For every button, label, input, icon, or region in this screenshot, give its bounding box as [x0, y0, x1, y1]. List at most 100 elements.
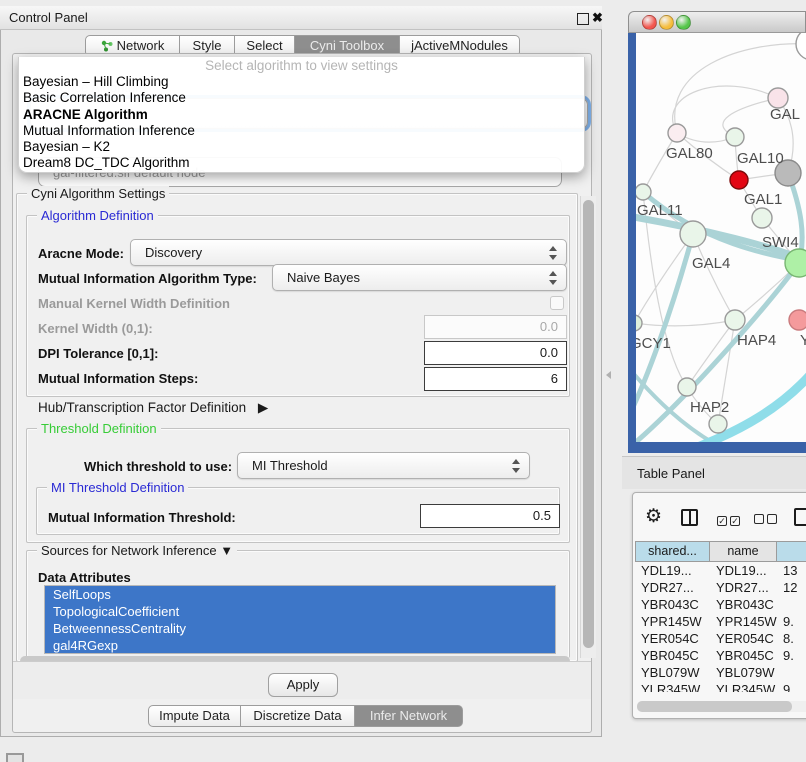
bottom-tab-discretize-data[interactable]: Discretize Data — [241, 705, 355, 727]
checked-boxes-icon[interactable]: ✓✓ — [717, 511, 743, 529]
settings-vscrollbar-thumb[interactable] — [583, 200, 594, 648]
hub-definition-expander[interactable]: Hub/Transcription Factor Definition ▶ — [38, 400, 268, 416]
table-cell: YDL19... — [710, 562, 777, 579]
aracne-mode-combobox[interactable]: Discovery — [130, 239, 567, 266]
table-hscrollbar-thumb[interactable] — [637, 701, 792, 712]
mi-type-value: Naive Bayes — [287, 270, 360, 285]
mi-type-combobox[interactable]: Naive Bayes — [272, 264, 567, 291]
hub-definition-label: Hub/Transcription Factor Definition — [38, 400, 246, 415]
algorithm-option-bayesian-k2[interactable]: Bayesian – K2 — [19, 139, 584, 155]
table-row[interactable]: YPR145WYPR145W9. — [635, 613, 806, 630]
tab-label: jActiveMNodules — [411, 38, 508, 53]
algorithm-option-basic-correlation-inference[interactable]: Basic Correlation Inference — [19, 90, 584, 106]
data-attributes-list: SelfLoopsTopologicalCoefficientBetweenne… — [44, 585, 556, 654]
table-cell: 9. — [777, 681, 806, 692]
network-node[interactable] — [636, 315, 642, 331]
network-node[interactable] — [730, 171, 748, 189]
sources-group-title: Sources for Network Inference ▼ — [37, 543, 237, 558]
dpi-tolerance-field[interactable]: 0.0 — [424, 341, 567, 365]
network-node[interactable] — [709, 415, 727, 433]
node-label-gal: GAL — [770, 106, 800, 123]
tab-label: Network — [117, 38, 165, 53]
bottom-tabs: Impute Data Discretize Data Infer Network — [148, 705, 463, 727]
network-canvas[interactable]: GALGAL80GAL10GAL1GAL11SWI4GAL4GCY1HAP4YH… — [636, 33, 806, 442]
algorithm-option-mutual-information-inference[interactable]: Mutual Information Inference — [19, 123, 584, 139]
mi-steps-label: Mutual Information Steps: — [38, 371, 198, 386]
algorithm-option-bayesian-hill-climbing[interactable]: Bayesian – Hill Climbing — [19, 74, 584, 90]
table-cell: YBR043C — [710, 596, 777, 613]
column-header-shared[interactable]: shared... — [635, 541, 710, 562]
network-edge — [673, 86, 778, 133]
network-node[interactable] — [752, 208, 772, 228]
attribute-item-topologicalcoefficient[interactable]: TopologicalCoefficient — [45, 603, 555, 620]
network-node[interactable] — [636, 184, 651, 200]
network-node[interactable] — [785, 249, 806, 277]
manual-kernel-checkbox[interactable] — [550, 296, 564, 310]
network-node[interactable] — [678, 378, 696, 396]
kernel-width-field[interactable]: 0.0 — [424, 315, 567, 339]
table-row[interactable]: YBL079WYBL079W — [635, 664, 806, 681]
gear-icon[interactable]: ⚙ — [645, 507, 662, 526]
algorithm-option-aracne-algorithm[interactable]: ARACNE Algorithm — [19, 107, 584, 123]
mac-zoom-button[interactable] — [676, 15, 691, 30]
mi-threshold-field[interactable]: 0.5 — [420, 504, 560, 528]
threshold-definition-title: Threshold Definition — [37, 421, 161, 436]
network-node[interactable] — [789, 310, 806, 330]
table-hscrollbar-track[interactable] — [637, 701, 806, 712]
unchecked-boxes-icon[interactable] — [754, 511, 780, 529]
network-edge — [636, 234, 693, 323]
table-row[interactable]: YDL19...YDL19...13 — [635, 562, 806, 579]
spinner-icon — [511, 459, 520, 473]
table-row[interactable]: YBR043CYBR043C — [635, 596, 806, 613]
table-cell: YDR27... — [635, 579, 710, 596]
partial-toolbar-icon[interactable] — [794, 508, 806, 526]
table-cell: YBL079W — [635, 664, 710, 681]
column-header-col2[interactable] — [777, 541, 806, 562]
table-row[interactable]: YDR27...YDR27...12 — [635, 579, 806, 596]
bottom-tab-infer-network[interactable]: Infer Network — [355, 705, 463, 727]
tab-label: Cyni Toolbox — [310, 38, 384, 53]
table-cell: 13 — [777, 562, 806, 579]
column-header-name[interactable]: name — [710, 541, 777, 562]
network-node[interactable] — [768, 88, 788, 108]
mi-threshold-label: Mutual Information Threshold: — [48, 510, 236, 525]
mac-close-button[interactable] — [642, 15, 657, 30]
which-threshold-combobox[interactable]: MI Threshold — [237, 452, 530, 479]
data-attributes-label: Data Attributes — [38, 570, 131, 585]
attribute-item-gal4rgexp[interactable]: gal4RGexp — [45, 637, 555, 654]
table-cell: YBR045C — [710, 647, 777, 664]
mac-minimize-button[interactable] — [659, 15, 674, 30]
float-window-icon[interactable] — [577, 13, 589, 25]
table-row[interactable]: YLR345WYLR345W9. — [635, 681, 806, 692]
node-label-gal4: GAL4 — [692, 255, 730, 272]
apply-button[interactable]: Apply — [268, 673, 338, 697]
network-node[interactable] — [726, 128, 744, 146]
bottom-tab-impute-data[interactable]: Impute Data — [148, 705, 241, 727]
network-node[interactable] — [668, 124, 686, 142]
algorithm-option-dream8-dc-tdc-algorithm[interactable]: Dream8 DC_TDC Algorithm — [19, 155, 584, 171]
attribute-item-betweennesscentrality[interactable]: BetweennessCentrality — [45, 620, 555, 637]
mi-steps-field[interactable]: 6 — [424, 367, 567, 391]
minimized-panel-icon[interactable] — [6, 753, 24, 762]
split-columns-icon[interactable] — [681, 509, 698, 526]
tab-label: Infer Network — [370, 708, 447, 723]
node-label-gal10: GAL10 — [737, 150, 784, 167]
collapse-down-icon[interactable]: ▼ — [220, 543, 233, 558]
table-cell: 12 — [777, 579, 806, 596]
splitter-handle-icon[interactable] — [606, 371, 611, 379]
control-panel-titlebar: Control Panel — [0, 6, 602, 30]
table-cell: YDR27... — [710, 579, 777, 596]
spinner-icon — [548, 271, 557, 285]
table-cell: 8. — [777, 630, 806, 647]
close-icon[interactable]: ✖ — [592, 8, 603, 28]
tab-label: Discretize Data — [253, 708, 341, 723]
tab-label: Select — [246, 38, 282, 53]
network-node[interactable] — [725, 310, 745, 330]
control-panel-title: Control Panel — [9, 10, 88, 25]
settings-vscrollbar-track[interactable] — [580, 196, 596, 658]
attribute-item-selfloops[interactable]: SelfLoops — [45, 586, 555, 603]
table-row[interactable]: YBR045CYBR045C9. — [635, 647, 806, 664]
table-row[interactable]: YER054CYER054C8. — [635, 630, 806, 647]
network-node[interactable] — [680, 221, 706, 247]
network-node[interactable] — [796, 33, 806, 60]
